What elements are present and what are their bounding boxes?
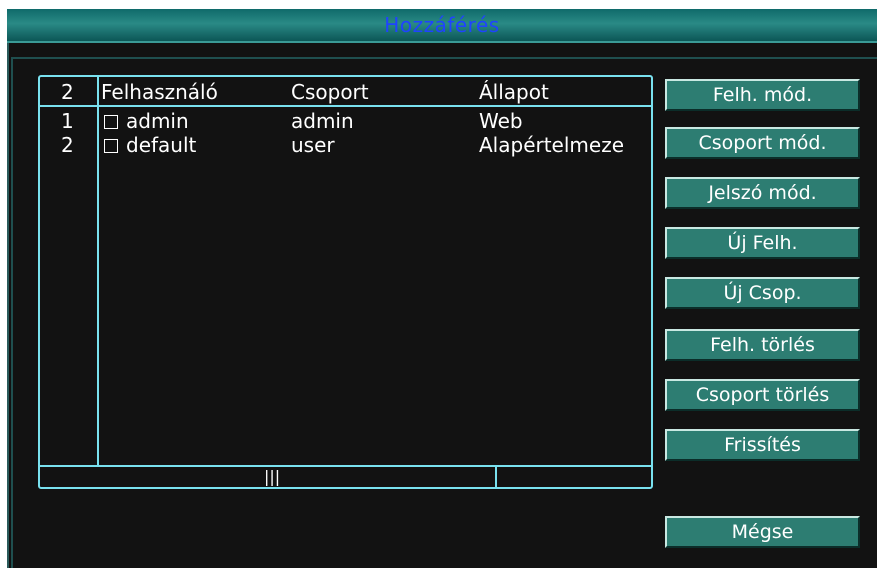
scrollbar-grip-icon[interactable]: ||| <box>264 468 280 486</box>
scrollbar-thumb-edge <box>495 467 497 487</box>
title-bar: Hozzáférés <box>7 9 877 43</box>
column-divider <box>97 77 99 467</box>
refresh-button[interactable]: Frissítés <box>665 429 860 461</box>
access-window: Hozzáférés 2 Felhasználó Csoport Állapot… <box>0 0 877 568</box>
row-status[interactable]: Web <box>479 109 523 133</box>
add-group-button[interactable]: Új Csop. <box>665 277 860 309</box>
row-checkbox[interactable] <box>104 139 118 153</box>
row-index: 2 <box>61 133 74 157</box>
column-header-group[interactable]: Csoport <box>291 80 369 104</box>
user-table[interactable]: 2 Felhasználó Csoport Állapot 1 admin ad… <box>38 75 653 489</box>
inner-border-left <box>11 57 13 568</box>
inner-border-top <box>11 57 877 59</box>
horizontal-scrollbar[interactable]: ||| <box>40 467 651 487</box>
user-count: 2 <box>61 80 74 104</box>
column-header-status[interactable]: Állapot <box>479 80 549 104</box>
add-user-button[interactable]: Új Felh. <box>665 227 860 259</box>
row-group[interactable]: user <box>291 133 335 157</box>
header-divider <box>40 105 651 107</box>
cancel-button[interactable]: Mégse <box>665 516 860 548</box>
row-group[interactable]: admin <box>291 109 354 133</box>
row-status[interactable]: Alapértelmeze <box>479 133 624 157</box>
modify-group-button[interactable]: Csoport mód. <box>665 127 860 159</box>
delete-group-button[interactable]: Csoport törlés <box>665 379 860 411</box>
row-user[interactable]: admin <box>126 109 189 133</box>
column-header-user[interactable]: Felhasználó <box>101 80 218 104</box>
delete-user-button[interactable]: Felh. törlés <box>665 329 860 361</box>
row-user[interactable]: default <box>126 133 196 157</box>
row-index: 1 <box>61 109 74 133</box>
modify-password-button[interactable]: Jelszó mód. <box>665 177 860 209</box>
modify-user-button[interactable]: Felh. mód. <box>665 79 860 111</box>
window-title: Hozzáférés <box>384 13 500 37</box>
row-checkbox[interactable] <box>104 115 118 129</box>
